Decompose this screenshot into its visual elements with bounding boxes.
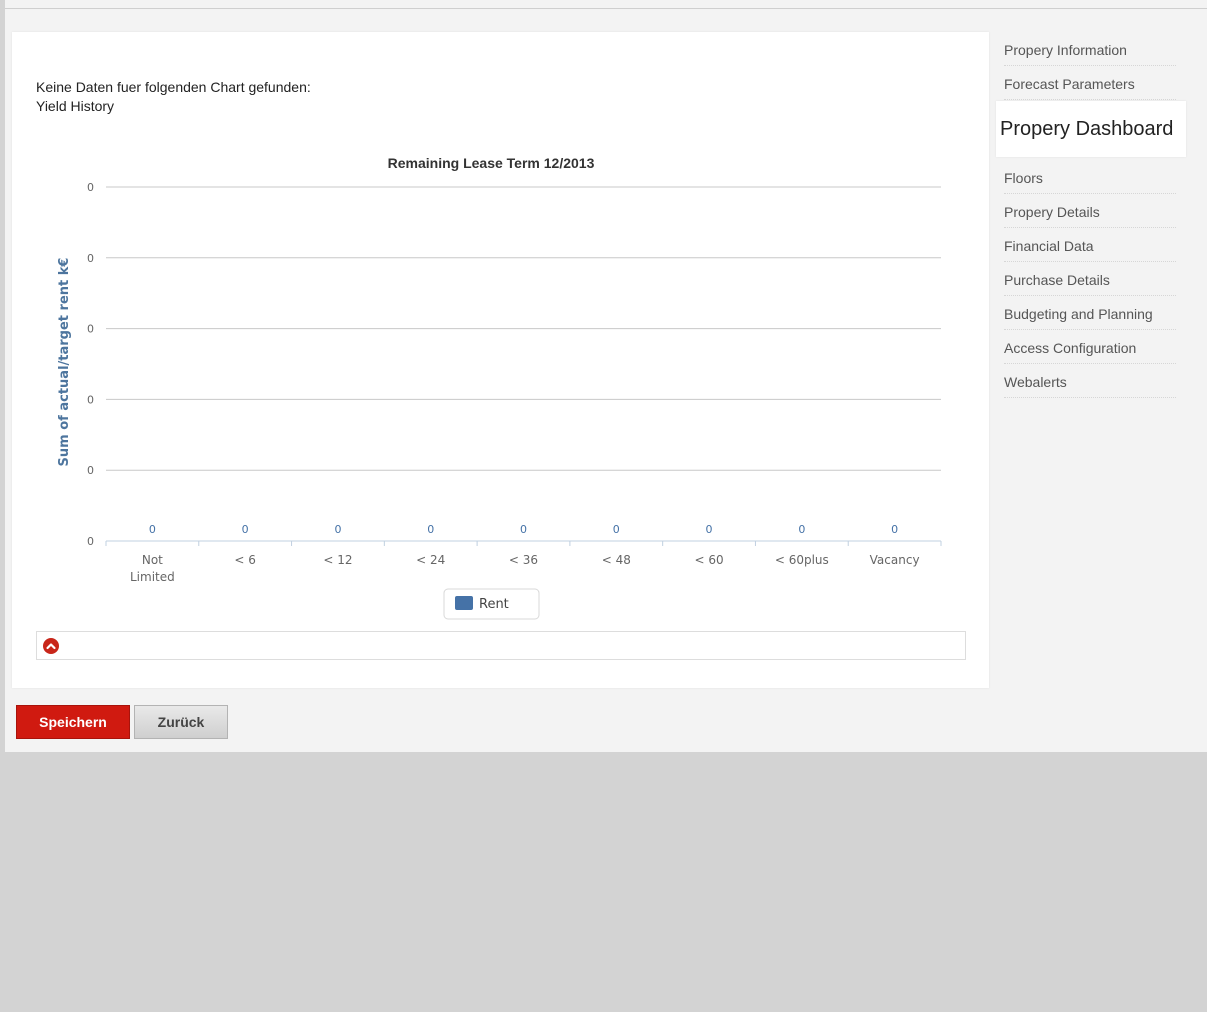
chart-y-tick-label: 0 [87,323,94,336]
chart-y-axis-label: Sum of actual/target rent k€ [57,258,72,467]
chart-x-tick-label: < 24 [416,553,445,567]
chart-x-tick-label: < 60 [694,553,723,567]
chart-data-label: 0 [891,523,898,536]
chart-y-tick-label: 0 [87,535,94,548]
sidebar-item-access-configuration[interactable]: Access Configuration [1004,330,1176,364]
sidebar-item-webalerts[interactable]: Webalerts [1004,364,1176,398]
chart-x-tick-label: < 12 [323,553,352,567]
chart-x-tick-label: < 48 [602,553,631,567]
lease-term-chart: Remaining Lease Term 12/2013 Sum of actu… [57,155,942,620]
legend-swatch-rent [455,596,473,610]
chart-data-label: 0 [706,523,713,536]
legend-label-rent[interactable]: Rent [479,597,509,612]
chart-y-tick-label: 0 [87,181,94,194]
sidebar-item-financial-data[interactable]: Financial Data [1004,228,1176,262]
top-divider [5,8,1207,9]
save-button[interactable]: Speichern [16,705,130,739]
chart-x-tick-label: Not Limited [130,553,175,584]
sidebar-item-purchase-details[interactable]: Purchase Details [1004,262,1176,296]
chart-title: Remaining Lease Term 12/2013 [388,155,595,171]
collapse-up-button[interactable] [43,638,59,654]
chart-data-label: 0 [334,523,341,536]
chart-data-label: 0 [798,523,805,536]
chart-bars: 0 0 0 0 0 0 0 0 0 [149,523,898,536]
chart-data-label: 0 [520,523,527,536]
chart-y-tick-label: 0 [87,252,94,265]
chart-legend[interactable]: Rent [443,588,540,620]
chart-data-label: 0 [613,523,620,536]
chart-x-tick-label: < 36 [509,553,538,567]
chart-y-tick-label: 0 [87,464,94,477]
sidebar-item-forecast-parameters[interactable]: Forecast Parameters [1004,66,1176,100]
chart-x-ticks: Not Limited < 6 < 12 < 24 < 36 < 48 < 60 < 60plu… [105,541,942,584]
chart-data-label: 0 [427,523,434,536]
sidebar-nav: Propery Information Forecast Parameters Pr… [996,32,1186,398]
content-panel: Keine Daten fuer folgenden Chart gefunde… [12,32,989,688]
top-area: Keine Daten fuer folgenden Chart gefunde… [5,0,1207,752]
back-button[interactable]: Zurück [134,705,228,739]
chart-gridlines [106,186,941,542]
sidebar-item-floors[interactable]: Floors [1004,160,1176,194]
sidebar-item-propery-information[interactable]: Propery Information [1004,32,1176,66]
chart-x-tick-label: < 6 [234,553,256,567]
chart-x-tick-label: < 60plus [775,553,829,567]
chart-x-tick-label: Vacancy [870,553,920,567]
chart-y-tick-label: 0 [87,393,94,406]
sidebar-item-budgeting-and-planning[interactable]: Budgeting and Planning [1004,296,1176,330]
sidebar-item-propery-details[interactable]: Propery Details [1004,194,1176,228]
chevron-up-icon [46,643,56,650]
chart-data-label: 0 [242,523,249,536]
sidebar-item-propery-dashboard[interactable]: Propery Dashboard [996,101,1186,157]
collapse-bar [36,631,966,660]
chart-data-label: 0 [149,523,156,536]
chart-y-ticks: 0 0 0 0 0 0 [87,181,94,548]
